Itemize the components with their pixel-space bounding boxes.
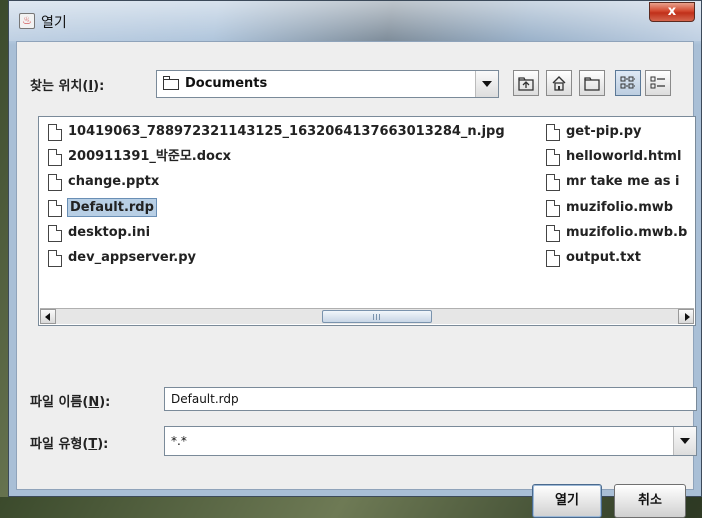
file-icon — [48, 173, 63, 191]
chevron-down-icon — [680, 438, 690, 444]
horizontal-scrollbar[interactable] — [40, 308, 694, 324]
file-name: 200911391_박준모.docx — [68, 149, 232, 164]
java-icon: ♨ — [19, 13, 35, 29]
file-name: helloworld.html — [566, 149, 682, 164]
look-in-label: 찾는 위치(I): — [30, 79, 105, 94]
look-in-value: Documents — [185, 76, 268, 91]
file-item[interactable]: desktop.ini — [46, 222, 150, 244]
file-item[interactable]: dev_appserver.py — [46, 247, 196, 269]
file-icon — [48, 148, 63, 166]
file-type-label: 파일 유형(T): — [30, 437, 109, 452]
file-item[interactable]: muzifolio.mwb — [544, 197, 673, 219]
file-type-select[interactable]: *.* — [164, 426, 697, 456]
up-one-level-button[interactable] — [513, 70, 539, 96]
file-item[interactable]: 200911391_박준모.docx — [46, 146, 231, 168]
chevron-down-icon — [482, 81, 492, 87]
file-name: 10419063_788972321143125_163206413766301… — [68, 124, 505, 139]
details-view-icon — [650, 76, 665, 89]
scroll-left-button[interactable] — [40, 309, 56, 324]
file-name-input[interactable]: Default.rdp — [164, 387, 697, 411]
file-type-dropdown-button[interactable] — [673, 427, 696, 455]
home-button[interactable] — [546, 70, 572, 96]
file-icon — [48, 249, 63, 267]
file-icon — [546, 249, 561, 267]
file-name: get-pip.py — [566, 124, 642, 139]
folder-icon — [162, 76, 179, 90]
arrow-left-icon — [45, 313, 50, 321]
file-item-selected[interactable]: Default.rdp — [46, 197, 157, 219]
file-name: change.pptx — [68, 174, 160, 189]
new-folder-icon — [584, 77, 600, 91]
up-folder-icon — [518, 77, 534, 91]
file-name: Default.rdp — [67, 198, 157, 217]
home-icon — [552, 76, 566, 91]
look-in-dropdown-button[interactable] — [475, 71, 498, 97]
file-item[interactable]: change.pptx — [46, 171, 159, 193]
file-item[interactable]: helloworld.html — [544, 146, 681, 168]
file-item[interactable]: 10419063_788972321143125_163206413766301… — [46, 121, 505, 143]
file-name: muzifolio.mwb.b — [566, 225, 688, 240]
file-item[interactable]: output.txt — [544, 247, 641, 269]
file-item[interactable]: mr take me as i — [544, 171, 680, 193]
file-icon — [48, 224, 63, 242]
dialog-content: 찾는 위치(I): Documents 10419063_78897232114… — [16, 41, 697, 518]
list-view-icon — [620, 76, 635, 89]
file-name: output.txt — [566, 250, 641, 265]
file-item[interactable]: muzifolio.mwb.b — [544, 222, 687, 244]
file-item[interactable]: get-pip.py — [544, 121, 642, 143]
look-in-combo[interactable]: Documents — [156, 70, 499, 98]
file-icon — [48, 199, 63, 217]
file-open-dialog: ♨ 열기 x 찾는 위치(I): Documents 10419063_7889… — [8, 0, 702, 518]
file-icon — [546, 173, 561, 191]
title-bar[interactable]: ♨ 열기 x — [9, 1, 701, 41]
open-button[interactable]: 열기 — [532, 484, 602, 518]
scroll-right-button[interactable] — [678, 309, 694, 324]
arrow-right-icon — [685, 313, 690, 321]
grip-icon — [373, 314, 381, 320]
file-name: mr take me as i — [566, 174, 680, 189]
file-icon — [546, 199, 561, 217]
close-button[interactable]: x — [649, 2, 695, 22]
list-view-button[interactable] — [615, 70, 641, 96]
file-icon — [48, 123, 63, 141]
file-icon — [546, 224, 561, 242]
file-name: desktop.ini — [68, 225, 151, 240]
file-icon — [546, 148, 561, 166]
file-list[interactable]: 10419063_788972321143125_163206413766301… — [38, 116, 696, 326]
details-view-button[interactable] — [645, 70, 671, 96]
new-folder-button[interactable] — [579, 70, 605, 96]
file-icon — [546, 123, 561, 141]
file-name: dev_appserver.py — [68, 250, 197, 265]
cancel-button[interactable]: 취소 — [614, 484, 686, 518]
file-name: muzifolio.mwb — [566, 200, 674, 215]
window-title: 열기 — [41, 15, 67, 31]
scroll-thumb[interactable] — [322, 310, 432, 323]
file-name-label: 파일 이름(N): — [30, 395, 111, 410]
file-type-value: *.* — [171, 434, 187, 448]
